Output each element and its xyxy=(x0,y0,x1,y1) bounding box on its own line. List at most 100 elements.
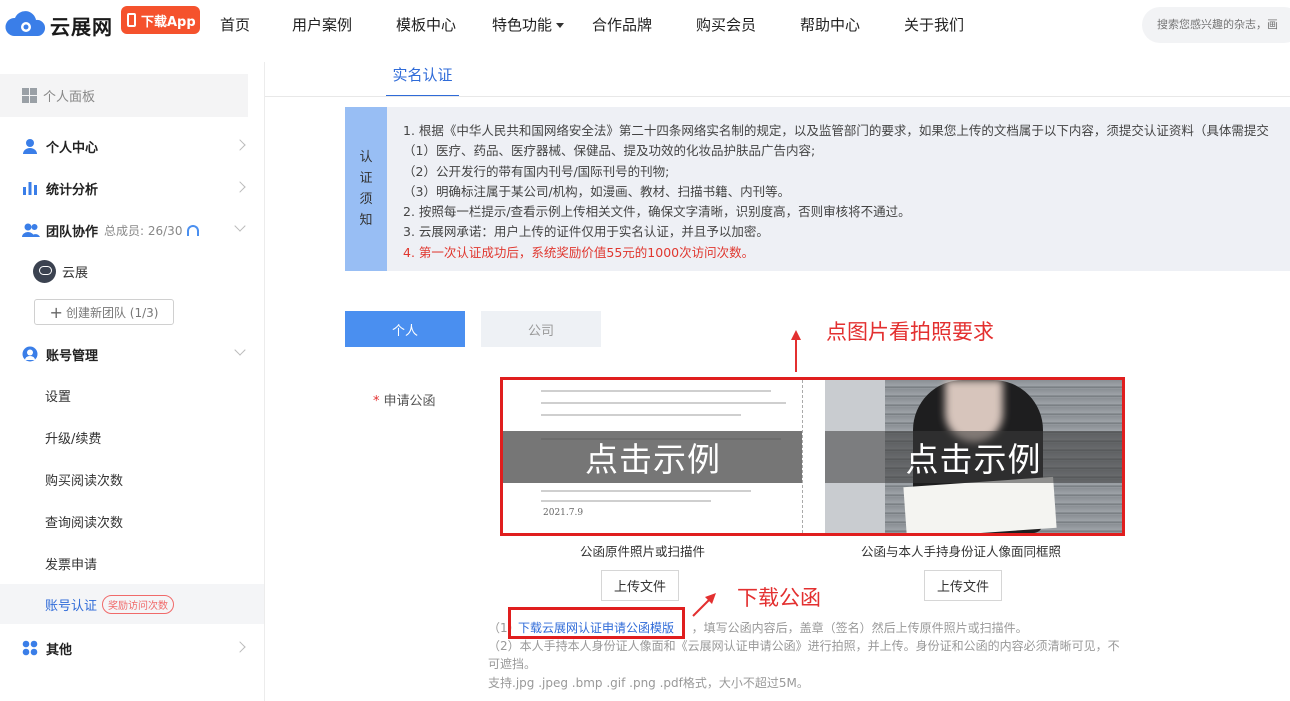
notice-line: （2）公开发行的带有国内刊号/国际刊号的刊物; xyxy=(403,163,670,179)
doc-text-line xyxy=(541,490,751,492)
required-asterisk: * xyxy=(373,394,380,409)
brand-name: 云展网 xyxy=(50,14,113,39)
verification-notice: 认 证 须 知 1. 根据《中华人民共和国网络安全法》第二十四条网络实名制的规定… xyxy=(345,107,1290,271)
tab-real-name-verification[interactable]: 实名认证 xyxy=(386,62,459,97)
logo[interactable]: 云展网 xyxy=(4,6,113,44)
nav-membership[interactable]: 购买会员 xyxy=(696,14,756,35)
sidebar-item-settings[interactable]: 设置 xyxy=(0,375,264,415)
upload-letter-button[interactable]: 上传文件 xyxy=(601,570,679,601)
chevron-right-icon xyxy=(234,139,246,151)
apps-icon xyxy=(22,640,38,656)
download-app-label: 下载App xyxy=(141,14,196,30)
notice-text: 1. 根据《中华人民共和国网络安全法》第二十四条网络实名制的规定，以及监管部门的… xyxy=(403,121,1269,263)
example-overlay-right: 点击示例 xyxy=(825,431,1122,483)
create-team-label: 创建新团队 (1/3) xyxy=(65,305,159,320)
reward-badge: 奖励访问次数 xyxy=(102,594,175,614)
top-nav: 云展网 下载App 首页 用户案例 模板中心 特色功能 合作品牌 购买会员 帮助… xyxy=(0,0,1290,50)
caret-down-icon xyxy=(556,23,565,28)
sidebar-item-query-reads[interactable]: 查询阅读次数 xyxy=(0,501,264,541)
chevron-right-icon xyxy=(234,641,246,653)
sidebar-item-verification[interactable]: 账号认证 奖励访问次数 xyxy=(0,584,264,624)
hint-step-2-cont: 可遮挡。 xyxy=(488,657,537,671)
tab-divider xyxy=(265,96,1290,97)
notice-line: （3）明确标注属于某公司/机构，如漫画、教材、扫描书籍、内刊等。 xyxy=(403,183,791,199)
nav-features[interactable]: 特色功能 xyxy=(492,14,565,35)
sidebar-item-statistics[interactable]: 统计分析 xyxy=(0,169,264,207)
tab-company[interactable]: 公司 xyxy=(481,311,601,347)
sidebar-item-personal-center[interactable]: 个人中心 xyxy=(0,127,264,165)
download-template-link[interactable]: 下载云展网认证申请公函模版 xyxy=(518,619,675,636)
nav-features-label: 特色功能 xyxy=(492,16,553,34)
upload-handheld-button[interactable]: 上传文件 xyxy=(924,570,1002,601)
notice-line: 2. 按照每一栏提示/查看示例上传相关文件，确保文字清晰，识别度高，否则审核将不… xyxy=(403,204,911,220)
nav-cases[interactable]: 用户案例 xyxy=(292,14,352,35)
chevron-right-icon xyxy=(234,181,246,193)
team-icon xyxy=(22,222,40,238)
annotation-download-letter: 下载公函 xyxy=(737,586,821,610)
notice-side-char: 须 xyxy=(359,192,373,207)
notice-side-char: 证 xyxy=(359,171,373,186)
annotation-photo-requirements: 点图片看拍照要求 xyxy=(826,320,994,344)
example-handheld-photo[interactable]: 点击示例 xyxy=(825,380,1122,533)
caption-handheld-photo: 公函与本人手持身份证人像面同框照 xyxy=(861,544,1062,559)
sidebar-item-account[interactable]: 账号管理 xyxy=(0,335,264,373)
sidebar: 个人面板 个人中心 统计分析 团队协作 总成员: 26/30 云展 + 创建新团… xyxy=(0,62,265,701)
notice-side-label: 认 证 须 知 xyxy=(345,107,387,271)
nav-brands[interactable]: 合作品牌 xyxy=(592,14,652,35)
example-overlay-left: 点击示例 xyxy=(503,431,802,483)
account-icon xyxy=(22,346,38,362)
team-entry[interactable]: 云展 xyxy=(33,260,88,283)
nav-help[interactable]: 帮助中心 xyxy=(800,14,860,35)
sidebar-item-buy-reads[interactable]: 购买阅读次数 xyxy=(0,459,264,499)
team-name: 云展 xyxy=(62,266,89,281)
notice-line: （1）医疗、药品、医疗器械、保健品、提及功效的化妆品护肤品广告内容; xyxy=(403,143,816,159)
sidebar-item-label: 其他 xyxy=(46,642,73,658)
sidebar-item-upgrade[interactable]: 升级/续费 xyxy=(0,417,264,457)
personal-panel-header[interactable]: 个人面板 xyxy=(0,74,248,117)
doc-text-line xyxy=(541,390,771,392)
sidebar-item-label: 统计分析 xyxy=(46,182,99,198)
download-app-button[interactable]: 下载App xyxy=(121,6,200,34)
notice-line: 1. 根据《中华人民共和国网络安全法》第二十四条网络实名制的规定，以及监管部门的… xyxy=(403,123,1269,138)
team-member-count: 总成员: 26/30 xyxy=(104,223,183,238)
search-box[interactable] xyxy=(1142,7,1290,43)
doc-text-line xyxy=(541,500,711,502)
headset-icon[interactable] xyxy=(187,224,200,236)
photo-letter xyxy=(903,476,1057,533)
sidebar-item-team[interactable]: 团队协作 总成员: 26/30 xyxy=(0,211,264,249)
sidebar-item-label: 个人中心 xyxy=(46,140,99,156)
tab-personal[interactable]: 个人 xyxy=(345,311,465,347)
hint-formats: 支持.jpg .jpeg .bmp .gif .png .pdf格式，大小不超过… xyxy=(488,676,809,690)
team-avatar xyxy=(33,260,56,283)
sidebar-item-other[interactable]: 其他 xyxy=(0,629,264,667)
notice-side-char: 认 xyxy=(359,150,373,165)
sidebar-item-label: 账号管理 xyxy=(46,348,99,364)
field-label-application-letter: * 申请公函 xyxy=(373,390,436,409)
hint-step-1-text: ，填写公函内容后，盖章（签名）然后上传原件照片或扫描件。 xyxy=(691,621,1028,635)
sidebar-item-label: 账号认证 xyxy=(45,598,98,614)
doc-text-line xyxy=(541,414,741,416)
nav-home[interactable]: 首页 xyxy=(220,14,250,35)
nav-templates[interactable]: 模板中心 xyxy=(396,14,456,35)
chevron-down-icon xyxy=(234,344,246,356)
bar-chart-icon xyxy=(22,180,38,196)
example-images: 2021.7.9 点击示例 点击示例 xyxy=(500,377,1125,536)
field-label-text: 申请公函 xyxy=(383,394,436,409)
red-arrow-up-icon xyxy=(791,330,801,372)
notice-line: 3. 云展网承诺：用户上传的证件仅用于实名认证，并且予以加密。 xyxy=(403,224,769,240)
cloud-logo-icon xyxy=(4,10,48,40)
user-icon xyxy=(22,138,38,154)
red-arrow-diagonal-icon xyxy=(692,593,716,617)
example-letter-image[interactable]: 2021.7.9 点击示例 xyxy=(503,380,803,533)
dashboard-icon xyxy=(22,88,37,103)
phone-icon xyxy=(127,13,136,27)
plus-icon: + xyxy=(49,302,63,322)
caption-letter-original: 公函原件照片或扫描件 xyxy=(580,544,706,559)
notice-reward-line: 4. 第一次认证成功后，系统奖励价值55元的1000次访问次数。 xyxy=(403,244,755,260)
hint-step-2: （2）本人手持本人身份证人像面和《云展网认证申请公函》进行拍照，并上传。身份证和… xyxy=(488,639,1120,653)
sidebar-item-invoice[interactable]: 发票申请 xyxy=(0,543,264,583)
search-input[interactable] xyxy=(1157,18,1290,31)
create-team-button[interactable]: + 创建新团队 (1/3) xyxy=(34,299,174,325)
doc-text-line xyxy=(541,402,786,404)
nav-about[interactable]: 关于我们 xyxy=(904,14,964,35)
